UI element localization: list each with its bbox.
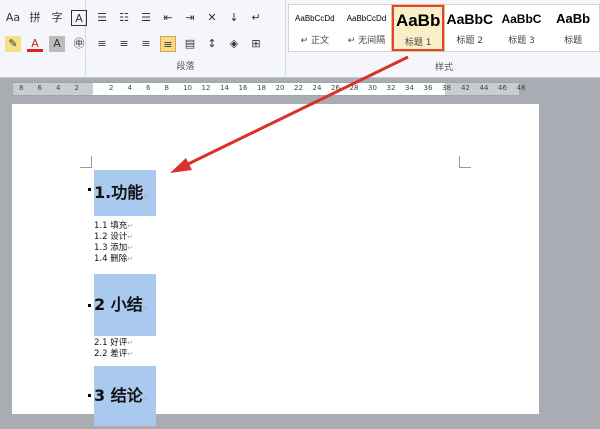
arrow-shaft	[183, 55, 409, 168]
annotation-arrow	[170, 55, 409, 173]
arrow-head-icon	[170, 158, 192, 173]
